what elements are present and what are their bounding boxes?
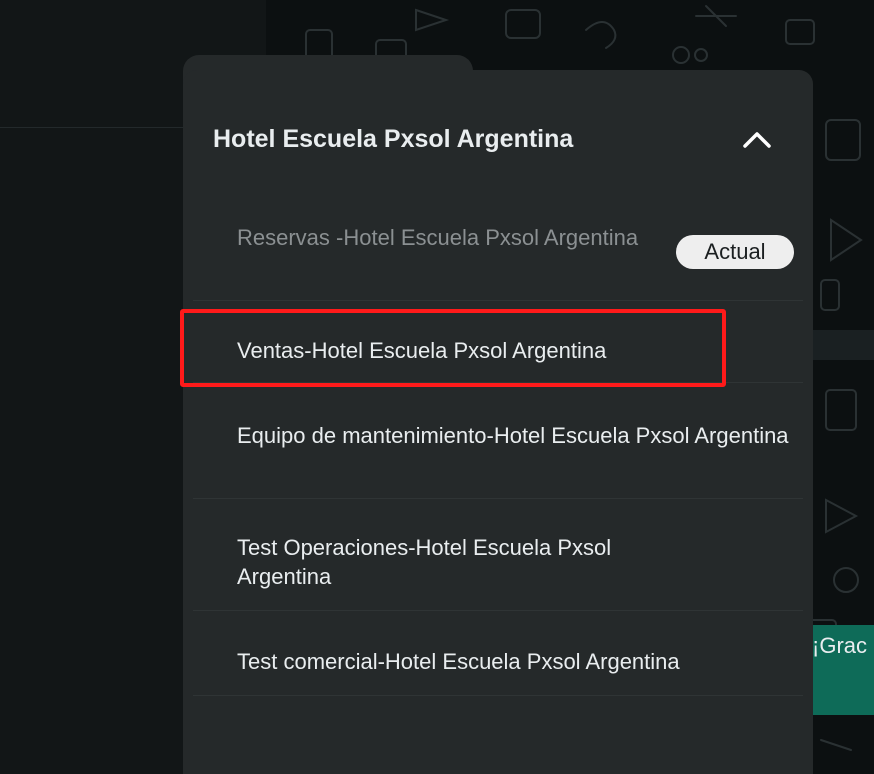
list-item-comercial[interactable]: Test comercial-Hotel Escuela Pxsol Argen… xyxy=(193,611,803,696)
list-item-label: Reservas -Hotel Escuela Pxsol Argentina xyxy=(237,225,639,250)
selection-highlight-box xyxy=(180,309,726,387)
popup-title: Hotel Escuela Pxsol Argentina xyxy=(213,125,574,153)
list-item-label: Test Operaciones-Hotel Escuela Pxsol Arg… xyxy=(237,535,612,589)
app-window: ¡Grac Hotel Escuela Pxsol Argentina Rese… xyxy=(0,0,874,774)
list-item-mantenimiento[interactable]: Equipo de mantenimiento-Hotel Escuela Px… xyxy=(193,383,803,499)
list-item-label: Equipo de mantenimiento-Hotel Escuela Px… xyxy=(237,423,789,448)
chevron-up-icon[interactable] xyxy=(740,126,774,156)
list-item-operaciones[interactable]: Test Operaciones-Hotel Escuela Pxsol Arg… xyxy=(193,499,803,611)
current-badge: Actual xyxy=(676,235,794,269)
list-item-label: Test comercial-Hotel Escuela Pxsol Argen… xyxy=(237,649,680,674)
